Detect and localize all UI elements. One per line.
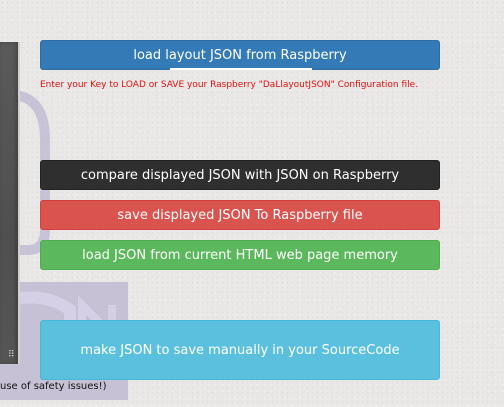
key-hint-text: Enter your Key to LOAD or SAVE your Rasp… [40,80,419,90]
load-memory-button[interactable]: load JSON from current HTML web page mem… [40,240,440,270]
load-layout-label: load layout JSON from Raspberry [133,47,347,63]
left-dark-panel [0,42,20,364]
make-json-label: make JSON to save manually in your Sourc… [80,342,400,358]
load-memory-label: load JSON from current HTML web page mem… [82,247,398,263]
resize-grip-icon[interactable]: ⠿ [8,350,18,360]
save-json-label: save displayed JSON To Raspberry file [117,207,363,223]
load-layout-button[interactable]: load layout JSON from Raspberry [40,40,440,70]
compare-json-label: compare displayed JSON with JSON on Rasp… [80,167,400,183]
compare-json-button[interactable]: compare displayed JSON with JSON on Rasp… [40,160,440,190]
save-json-button[interactable]: save displayed JSON To Raspberry file [40,200,440,230]
make-json-button[interactable]: make JSON to save manually in your Sourc… [40,320,440,380]
caption-fragment: use of safety issues!) [0,381,107,392]
focus-underline [170,68,312,70]
